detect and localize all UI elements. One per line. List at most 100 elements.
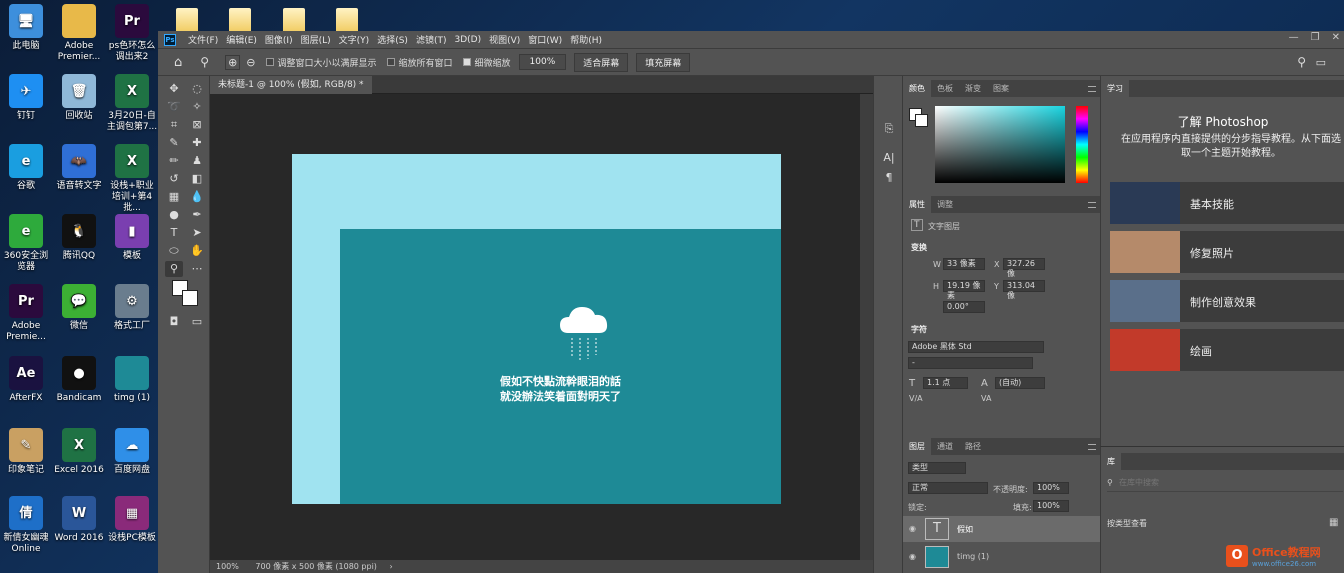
healing-brush-icon[interactable]: ✚ [188,135,206,151]
minimize-icon[interactable]: — [1289,32,1299,43]
tab-layers[interactable]: 图层 [903,438,931,455]
menu-layer[interactable]: 图层(L) [297,33,335,46]
vertical-scrollbar[interactable] [860,94,873,560]
desktop-shortcut[interactable]: ▦ 设栈PC模板 [106,496,158,544]
search-icon[interactable]: ⚲ [1297,55,1306,69]
y-field[interactable]: 313.04 像 [1003,280,1045,300]
dodge-tool-icon[interactable]: ● [165,207,183,223]
zoom-out-icon[interactable]: ⊖ [246,56,255,69]
zoom-value-field[interactable]: 100% [518,54,567,70]
panel-menu-icon[interactable] [1088,85,1096,92]
desktop-shortcut[interactable]: Pr Adobe Premie... [0,284,52,343]
tab-gradients[interactable]: 渐变 [959,83,987,94]
leading-field[interactable]: (自动) [995,377,1045,389]
font-size-field[interactable]: 1.1 点 [923,377,968,389]
canvas[interactable]: 假如不快點流幹眼泪的話 就没辦法笑着面對明天了 [292,154,781,504]
frame-tool-icon[interactable]: ⊠ [188,117,206,133]
eye-icon[interactable]: ◉ [909,552,916,561]
tab-channels[interactable]: 通道 [931,441,959,452]
desktop-shortcut[interactable]: timg (1) [106,356,158,404]
tab-color[interactable]: 颜色 [903,80,931,97]
menu-view[interactable]: 视图(V) [485,33,524,46]
desktop-shortcut[interactable]: X 3月20日-自主调包第7... [106,74,158,133]
zoom-all-checkbox[interactable]: 缩放所有窗口 [386,56,453,69]
desktop-shortcut[interactable]: X Excel 2016 [53,428,105,476]
angle-field[interactable]: 0.00° [943,301,985,313]
restore-icon[interactable]: ❐ [1311,32,1320,43]
blend-mode-select[interactable]: 正常 [908,482,988,494]
menu-type[interactable]: 文字(Y) [335,33,374,46]
tab-libraries[interactable]: 库 [1101,453,1121,470]
pen-tool-icon[interactable]: ✒ [188,207,206,223]
menu-help[interactable]: 帮助(H) [566,33,606,46]
menu-image[interactable]: 图像(I) [261,33,297,46]
desktop-shortcut[interactable]: Pr ps色环怎么调出来2 [106,4,158,63]
desktop-shortcut[interactable]: e 360安全浏览器 [0,214,52,273]
scrubby-zoom-checkbox[interactable]: 细微缩放 [462,56,511,69]
desktop-shortcut[interactable]: 🖥 此电脑 [0,4,52,52]
zoom-tool-icon[interactable]: ⚲ [165,261,183,277]
character-panel-icon[interactable]: A| [880,150,898,166]
eye-icon[interactable]: ◉ [909,524,916,533]
hand-tool-icon[interactable]: ✋ [188,243,206,259]
crop-tool-icon[interactable]: ⌗ [165,117,183,133]
history-brush-icon[interactable]: ↺ [165,171,183,187]
type-tool-icon[interactable]: T [165,225,183,241]
desktop-shortcut[interactable]: 💬 微信 [53,284,105,332]
eyedropper-tool-icon[interactable]: ✎ [165,135,183,151]
learn-card-fix-photos[interactable]: 修复照片 › [1110,231,1344,273]
background-color-swatch[interactable] [182,290,198,306]
bg-color-swatch[interactable] [915,114,928,127]
color-picker-field[interactable] [935,106,1065,183]
fit-screen-button[interactable]: 适合屏幕 [574,52,629,72]
status-zoom[interactable]: 100% [216,562,239,571]
desktop-shortcut[interactable]: Ae AfterFX [0,356,52,404]
history-panel-icon[interactable]: ⎘ [880,121,898,137]
stamp-tool-icon[interactable]: ♟ [188,153,206,169]
gradient-tool-icon[interactable]: ▦ [165,189,183,205]
marquee-tool-icon[interactable]: ◌ [188,81,206,97]
layer-row[interactable]: ◉ T 假如 [903,516,1100,542]
brush-tool-icon[interactable]: ✏ [165,153,183,169]
desktop-shortcut[interactable]: ▮ 模板 [106,214,158,262]
home-icon[interactable]: ⌂ [174,55,182,70]
shape-tool-icon[interactable]: ⬭ [165,243,183,259]
tab-swatches[interactable]: 色板 [931,83,959,94]
opacity-field[interactable]: 100% [1033,482,1069,494]
more-tools-icon[interactable]: ⋯ [188,261,206,277]
fill-field[interactable]: 100% [1033,500,1069,512]
tab-learn[interactable]: 学习 [1101,80,1129,97]
library-search-input[interactable] [1119,475,1319,489]
desktop-shortcut[interactable]: W Word 2016 [53,496,105,544]
move-tool-icon[interactable]: ✥ [165,81,183,97]
character-section[interactable]: 字符 [911,324,927,335]
close-icon[interactable]: ✕ [1332,32,1340,43]
menu-3d[interactable]: 3D(D) [450,35,485,45]
desktop-shortcut[interactable]: 🗑 回收站 [53,74,105,122]
fill-screen-button[interactable]: 填充屏幕 [636,52,691,72]
blur-tool-icon[interactable]: 💧 [188,189,206,205]
panel-menu-icon[interactable] [1088,201,1096,208]
panel-menu-icon[interactable] [1088,443,1096,450]
magic-wand-tool-icon[interactable]: ✧ [188,99,206,115]
lasso-tool-icon[interactable]: ➰ [165,99,183,115]
x-field[interactable]: 327.26 像 [1003,258,1045,278]
desktop-shortcut[interactable]: ☁ 百度网盘 [106,428,158,476]
font-family-select[interactable]: Adobe 黑体 Std [908,341,1044,353]
desktop-shortcut[interactable]: ✎ 印象笔记 [0,428,52,476]
width-field[interactable]: 33 像素 [943,258,985,270]
view-by-type-select[interactable]: 按类型查看 [1107,518,1147,529]
desktop-shortcut[interactable]: e 谷歌 [0,144,52,192]
eraser-tool-icon[interactable]: ◧ [188,171,206,187]
zoom-in-icon[interactable]: ⊕ [225,54,241,70]
layer-filter-select[interactable]: 类型 [908,462,966,474]
hue-slider[interactable] [1076,106,1088,183]
desktop-shortcut[interactable]: 🦇 语音转文字 [53,144,105,192]
desktop-shortcut[interactable]: 倩新倩女幽魂Online [0,496,52,555]
transform-section[interactable]: 变换 [911,242,927,253]
layer-row[interactable]: ◉ timg (1) [903,544,1100,570]
tab-patterns[interactable]: 图案 [987,83,1015,94]
font-style-select[interactable]: - [908,357,1033,369]
desktop-shortcut[interactable]: Adobe Premier... [53,4,105,63]
tab-adjustments[interactable]: 调整 [931,199,959,210]
